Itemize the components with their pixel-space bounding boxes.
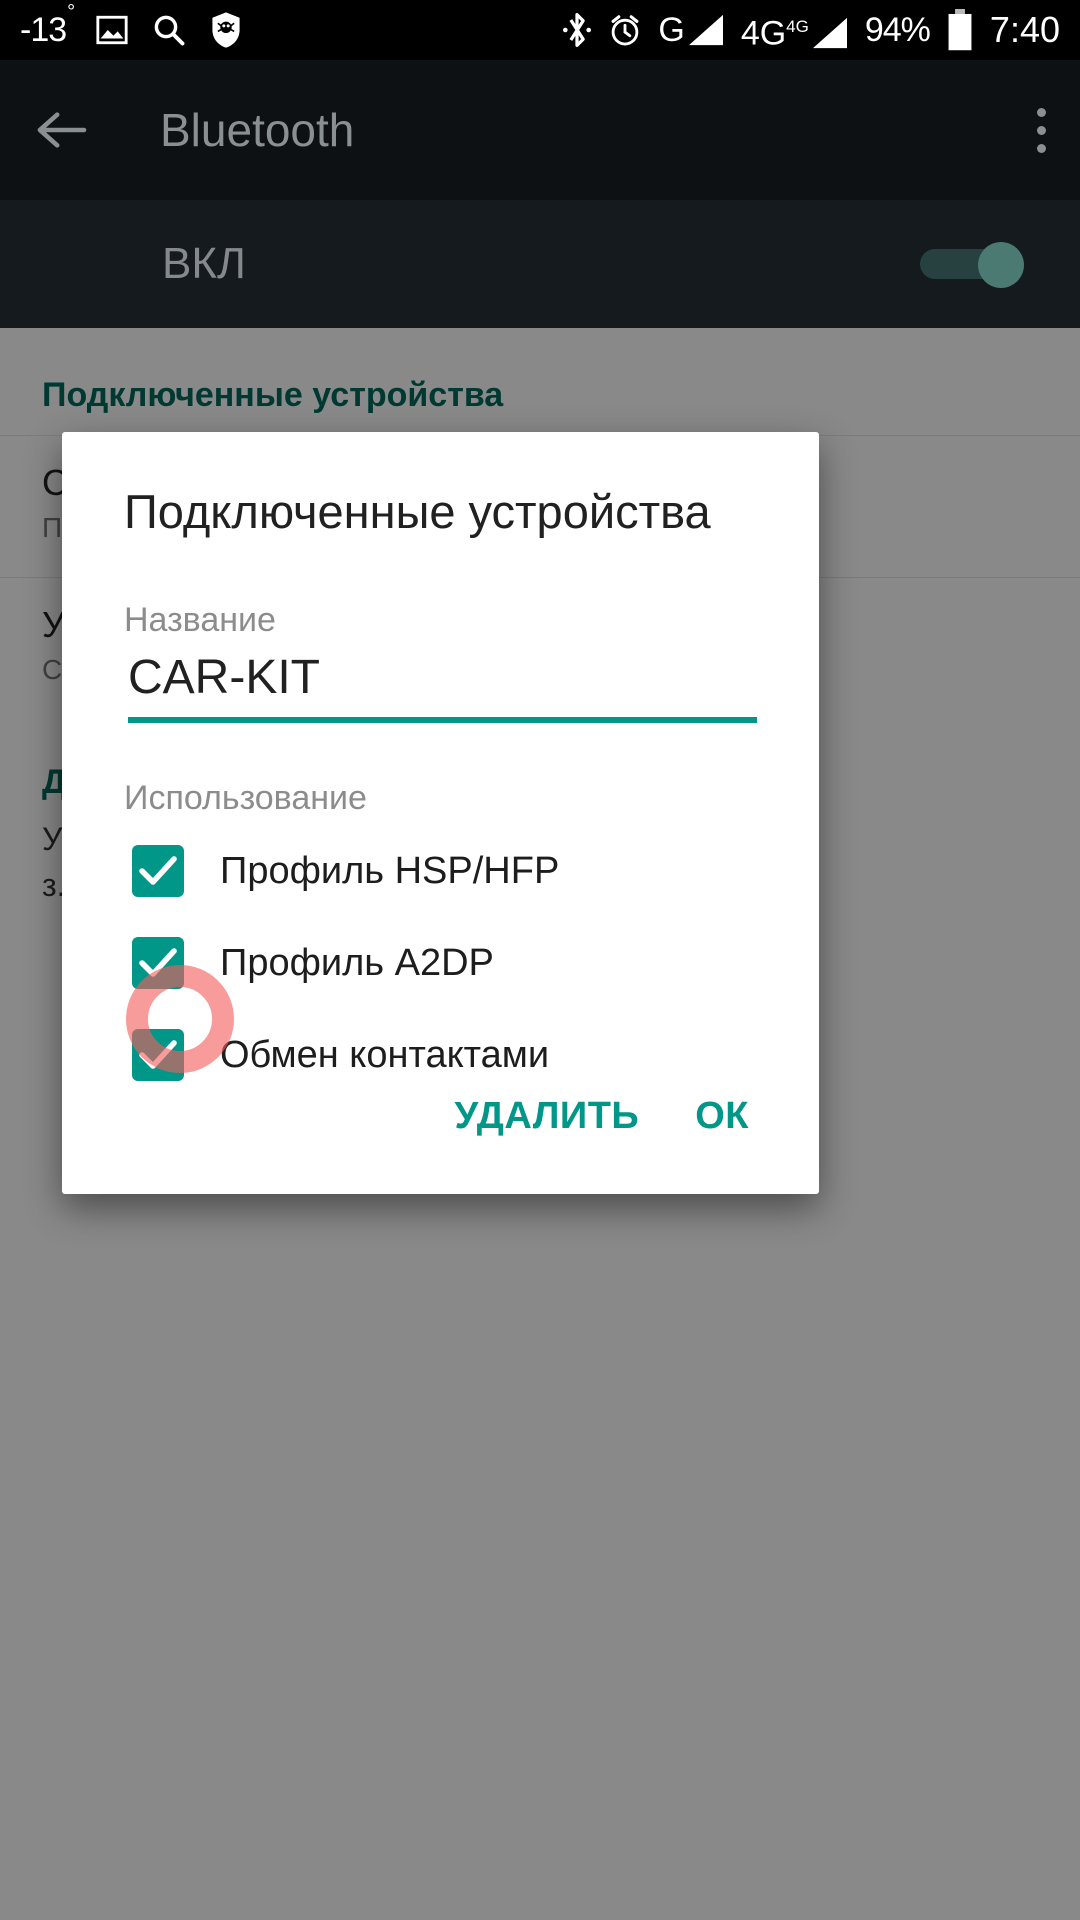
ok-button[interactable]: ОК	[667, 1075, 777, 1158]
bluetooth-icon	[562, 10, 592, 50]
checkbox-row-a2dp[interactable]: Профиль A2DP	[62, 910, 819, 1002]
battery-icon	[946, 9, 974, 51]
status-bar: -13° G 4G4G 94% 7:40	[0, 0, 1080, 60]
switch-thumb	[978, 242, 1024, 288]
bluetooth-toggle-switch[interactable]	[920, 242, 1024, 288]
checkbox-label: Профиль A2DP	[220, 941, 494, 984]
checkbox-row-hsp-hfp[interactable]: Профиль HSP/HFP	[62, 818, 819, 910]
bluetooth-toggle-row[interactable]: ВКЛ	[0, 200, 1080, 328]
clock-label: 7:40	[989, 9, 1060, 50]
name-field-label: Название	[124, 601, 276, 639]
delete-button[interactable]: УДАЛИТЬ	[427, 1075, 668, 1158]
status-bar-right: G 4G4G 94% 7:40	[562, 9, 1060, 51]
checkbox-checked-icon[interactable]	[132, 845, 184, 897]
temperature-indicator: -13°	[20, 1, 75, 49]
status-bar-left: -13°	[20, 1, 243, 50]
checkbox-checked-icon[interactable]	[132, 1029, 184, 1081]
image-icon	[95, 13, 129, 47]
app-bar: Bluetooth	[0, 60, 1080, 200]
network-indicator-1: G	[658, 13, 724, 47]
battery-percent-label: 94%	[864, 10, 931, 49]
network-1-label: G	[658, 11, 685, 49]
name-input-underline	[128, 717, 757, 723]
network-2-label: 4G4G	[740, 14, 809, 53]
alarm-icon	[608, 12, 642, 48]
checkbox-label: Обмен контактами	[220, 1033, 550, 1076]
signal-bars-icon-2	[811, 16, 849, 50]
name-input-wrapper[interactable]: CAR-KIT	[128, 650, 757, 723]
overflow-menu-icon[interactable]	[1037, 107, 1046, 153]
bluetooth-toggle-label: ВКЛ	[162, 239, 246, 288]
name-input[interactable]: CAR-KIT	[128, 650, 757, 717]
usage-section-label: Использование	[124, 779, 367, 817]
dialog-action-bar: УДАЛИТЬ ОК	[427, 1075, 819, 1194]
network-indicator-2: 4G4G	[741, 10, 849, 50]
signal-bars-icon-1	[687, 13, 725, 47]
dialog-title: Подключенные устройства	[124, 485, 711, 538]
shield-icon	[209, 11, 243, 49]
page-title: Bluetooth	[160, 104, 355, 156]
search-icon	[151, 12, 187, 48]
checkbox-checked-icon[interactable]	[132, 937, 184, 989]
back-arrow-icon[interactable]	[34, 107, 88, 153]
device-settings-dialog: Подключенные устройства Название CAR-KIT…	[62, 432, 819, 1194]
checkbox-label: Профиль HSP/HFP	[220, 849, 560, 892]
